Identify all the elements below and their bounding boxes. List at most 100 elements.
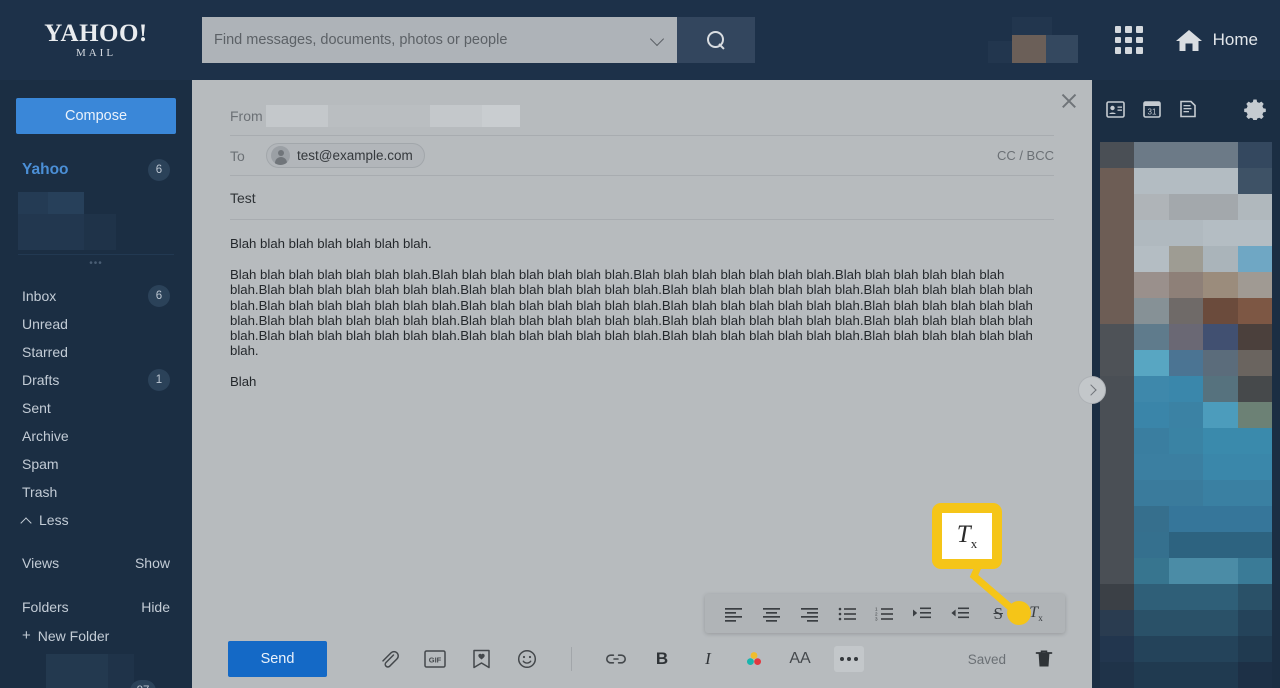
folders-label: Folders — [22, 599, 69, 615]
italic-icon[interactable]: I — [696, 647, 720, 671]
align-center-icon[interactable] — [760, 602, 784, 626]
toolbar-divider — [571, 647, 572, 671]
chevron-down-icon[interactable] — [651, 33, 665, 47]
sidebar-item-label: Trash — [22, 484, 58, 500]
sidebar-item-unread[interactable]: Unread — [0, 310, 192, 338]
advertisement-image[interactable] — [1100, 142, 1272, 688]
trash-icon[interactable] — [1032, 647, 1056, 671]
numbered-list-icon[interactable]: 1 2 3 — [873, 602, 897, 626]
sidebar-item-label: Archive — [22, 428, 69, 444]
sidebar-section-views[interactable]: Views Show — [0, 548, 192, 578]
sidebar-item-label: Unread — [22, 316, 68, 332]
to-label: To — [230, 147, 245, 164]
close-icon[interactable] — [1058, 90, 1080, 112]
message-body-editor[interactable]: Blah blah blah blah blah blah blah. Blah… — [230, 236, 1054, 586]
sidebar-item-label: Inbox — [22, 288, 57, 304]
callout-glyph: Tx — [956, 520, 978, 551]
search-area — [202, 17, 755, 63]
sidebar: Compose Yahoo 6 Inbox 6 Unread Starred — [0, 80, 192, 688]
from-value-redacted[interactable] — [266, 104, 1054, 127]
views-label: Views — [22, 555, 60, 571]
calendar-icon[interactable]: 31 — [1143, 100, 1161, 118]
yahoo-mail-logo[interactable]: YAHOO! MAIL — [0, 0, 192, 80]
subject-field-row[interactable]: Test — [230, 176, 1054, 220]
emoji-icon[interactable] — [515, 647, 539, 671]
recipient-chip[interactable]: test@example.com — [266, 143, 425, 168]
sidebar-item-drafts[interactable]: Drafts 1 — [0, 366, 192, 394]
body-paragraph: Blah blah blah blah blah blah blah. — [230, 236, 432, 251]
sidebar-less-toggle[interactable]: Less — [0, 506, 192, 534]
cc-bcc-toggle[interactable]: CC / BCC — [997, 148, 1054, 163]
redacted-account-block — [18, 192, 174, 250]
redacted-account-area — [987, 17, 1078, 63]
search-input[interactable] — [214, 32, 645, 48]
new-folder-label: New Folder — [37, 628, 110, 644]
italic-label: I — [705, 649, 711, 668]
notepad-icon[interactable] — [1179, 100, 1197, 118]
yahoo-logo-text: YAHOO! — [44, 19, 148, 47]
sticker-icon[interactable] — [469, 647, 493, 671]
sidebar-item-archive[interactable]: Archive — [0, 422, 192, 450]
account-badge: 6 — [148, 159, 170, 181]
bulleted-list-icon[interactable] — [835, 602, 859, 626]
body-paragraph: Blah — [230, 374, 257, 390]
search-icon — [706, 30, 726, 50]
compose-bottom-toolbar: Send GIF B I AA Saved — [192, 630, 1092, 688]
redacted-folder-block: 87 — [24, 654, 174, 688]
attach-icon[interactable] — [377, 647, 401, 671]
avatar — [271, 146, 290, 165]
sidebar-item-label: Starred — [22, 344, 68, 360]
callout-inner-box: Tx — [942, 513, 992, 559]
search-button[interactable] — [677, 17, 755, 63]
font-size-label: AA — [789, 650, 811, 667]
svg-text:GIF: GIF — [429, 656, 442, 665]
callout-subscript: x — [970, 535, 978, 551]
home-button[interactable]: Home — [1174, 27, 1258, 53]
bold-icon[interactable]: B — [650, 647, 674, 671]
align-left-icon[interactable] — [722, 602, 746, 626]
sidebar-item-inbox[interactable]: Inbox 6 — [0, 282, 192, 310]
sidebar-divider — [18, 254, 174, 280]
sidebar-account-yahoo[interactable]: Yahoo 6 — [0, 150, 192, 190]
contacts-icon[interactable] — [1106, 100, 1125, 118]
align-right-icon[interactable] — [797, 602, 821, 626]
less-label: Less — [39, 512, 69, 528]
views-show-toggle[interactable]: Show — [135, 555, 170, 571]
callout-highlight-clear-formatting: Tx — [932, 503, 1002, 569]
folders-hide-toggle[interactable]: Hide — [141, 599, 170, 615]
text-color-icon[interactable] — [742, 647, 766, 671]
to-field-row: To test@example.com CC / BCC — [230, 136, 1054, 176]
sidebar-folder-list: Inbox 6 Unread Starred Drafts 1 Sent Arc… — [0, 282, 192, 534]
saved-status: Saved — [967, 651, 1006, 667]
sidebar-item-trash[interactable]: Trash — [0, 478, 192, 506]
apps-grid-icon[interactable] — [1112, 23, 1146, 57]
sidebar-item-sent[interactable]: Sent — [0, 394, 192, 422]
compose-status-group: Saved — [968, 647, 1056, 671]
right-rail-icon-bar: 31 — [1092, 80, 1280, 138]
mail-logo-text: MAIL — [75, 46, 117, 59]
expand-panel-button[interactable] — [1078, 376, 1106, 404]
compose-button[interactable]: Compose — [16, 98, 176, 134]
gif-icon[interactable]: GIF — [423, 647, 447, 671]
link-icon[interactable] — [604, 647, 628, 671]
font-size-icon[interactable]: AA — [788, 647, 812, 671]
account-label: Yahoo — [22, 161, 69, 178]
gear-icon[interactable] — [1244, 98, 1266, 120]
yahoo-mail-app: YAHOO! MAIL Find messages, documents, ph… — [0, 0, 1280, 688]
more-options-icon[interactable] — [834, 646, 864, 672]
search-input-container[interactable] — [202, 17, 677, 63]
subject-value: Test — [230, 189, 256, 206]
bold-label: B — [655, 649, 669, 668]
send-button[interactable]: Send — [228, 641, 327, 677]
top-navigation-bar: YAHOO! MAIL Find messages, documents, ph… — [0, 0, 1280, 80]
sidebar-item-spam[interactable]: Spam — [0, 450, 192, 478]
sidebar-section-folders[interactable]: Folders Hide — [0, 592, 192, 622]
indent-icon[interactable] — [911, 602, 935, 626]
new-folder-button[interactable]: + New Folder — [0, 622, 192, 650]
top-bar-right-group: Home — [987, 17, 1280, 63]
sidebar-item-starred[interactable]: Starred — [0, 338, 192, 366]
recipient-email: test@example.com — [297, 148, 413, 163]
plus-icon: + — [22, 627, 31, 644]
compose-tools-group: GIF B I AA — [377, 646, 864, 672]
sidebar-item-label: Spam — [22, 456, 59, 472]
